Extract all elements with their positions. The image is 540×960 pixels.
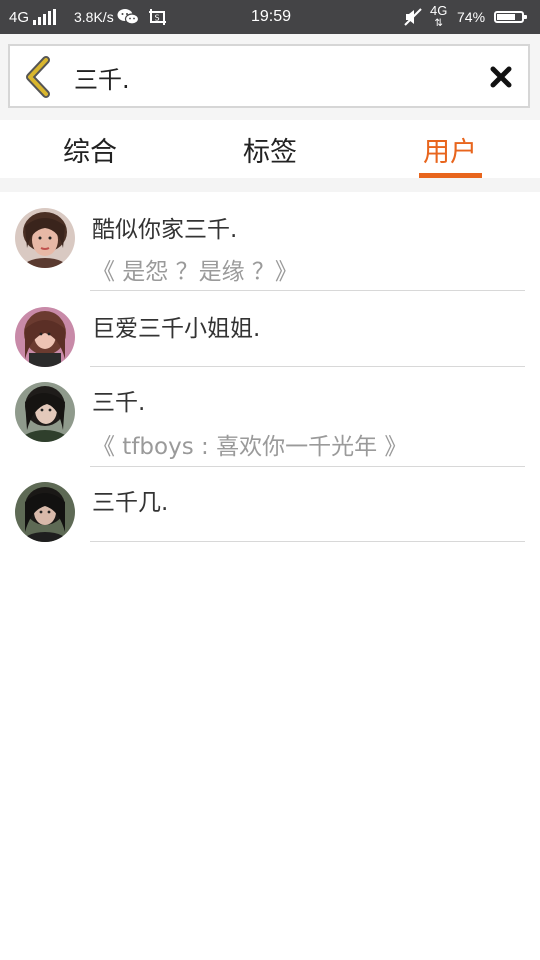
tab-users[interactable]: 用户	[400, 120, 500, 178]
tab-divider	[0, 178, 540, 192]
wechat-icon	[117, 0, 139, 34]
user-signature: 《 是怨 ？是缘 ？》	[92, 259, 298, 285]
row-divider	[90, 541, 525, 542]
avatar[interactable]	[15, 307, 75, 367]
svg-text:S: S	[155, 14, 160, 23]
tab-tags[interactable]: 标签	[220, 120, 320, 178]
clock: 19:59	[251, 8, 292, 25]
user-name: 三千几.	[92, 490, 169, 516]
network-type-left: 4G	[9, 0, 57, 34]
avatar[interactable]	[15, 382, 75, 442]
battery-icon	[494, 0, 527, 34]
user-list: 酷似你家三千. 《 是怨 ？是缘 ？》 巨爱三千小姐姐. 三千. 《 tfboy…	[0, 192, 540, 542]
close-icon	[490, 66, 512, 88]
screenshot-icon: S	[148, 0, 168, 34]
avatar[interactable]	[15, 482, 75, 542]
user-name: 酷似你家三千.	[92, 217, 238, 243]
user-name: 三千.	[92, 390, 146, 416]
search-bar	[0, 34, 540, 120]
user-row[interactable]: 酷似你家三千. 《 是怨 ？是缘 ？》	[0, 192, 540, 291]
tab-bar: 综合 标签 用户	[0, 120, 540, 178]
mute-icon	[404, 0, 422, 34]
back-button[interactable]	[22, 56, 62, 98]
data-arrows-icon: ⇅	[434, 18, 443, 29]
clear-search-button[interactable]	[488, 64, 514, 90]
battery-percent: 74%	[457, 9, 486, 25]
user-name: 巨爱三千小姐姐.	[92, 316, 261, 342]
network-label: 4G	[9, 8, 30, 26]
network-speed: 3.8K/s	[74, 9, 114, 25]
user-row[interactable]: 三千几.	[0, 467, 540, 542]
search-input[interactable]	[74, 58, 474, 96]
network-label-right: 4G	[430, 3, 448, 18]
signal-bars-icon	[33, 9, 57, 25]
user-row[interactable]: 三千. 《 tfboys : 喜欢你一千光年 》	[0, 367, 540, 467]
tab-comprehensive[interactable]: 综合	[40, 120, 140, 178]
status-bar: 4G 3.8K/s S 19:59 4G ⇅ 74%	[0, 0, 540, 34]
avatar[interactable]	[15, 208, 75, 268]
user-row[interactable]: 巨爱三千小姐姐.	[0, 291, 540, 367]
search-box	[8, 44, 530, 108]
network-type-right: 4G ⇅	[430, 0, 447, 34]
user-signature: 《 tfboys : 喜欢你一千光年 》	[92, 434, 408, 460]
chevron-left-icon	[26, 56, 50, 98]
